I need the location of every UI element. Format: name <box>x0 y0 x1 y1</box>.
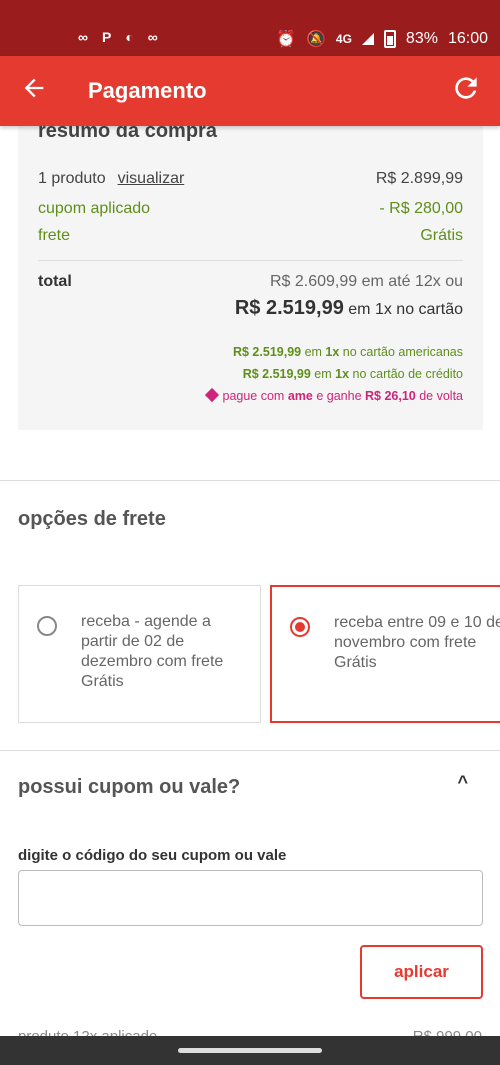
app-bar: Pagamento <box>0 56 500 126</box>
radio-selected[interactable] <box>290 617 310 637</box>
voicemail-icon: ∞ <box>147 29 158 45</box>
ame-amount: R$ 26,10 <box>365 389 416 403</box>
total-one-payment: R$ 2.519,99 em 1x no cartão <box>235 297 463 320</box>
system-icons: ⏰ 🔕 4G 83% 16:00 <box>276 29 488 49</box>
total-label: total <box>38 273 72 290</box>
radio-unselected[interactable] <box>37 616 57 636</box>
product-count: 1 produto <box>38 170 106 187</box>
shipping-label: frete <box>38 227 71 244</box>
back-arrow-icon[interactable] <box>20 74 50 104</box>
diamond-icon <box>204 387 219 403</box>
notification-icons: ∞ P ◐ ∞ <box>78 29 158 45</box>
mute-icon: 🔕 <box>305 31 326 48</box>
chevron-up-icon[interactable]: ^ <box>457 772 468 793</box>
offer-americanas: R$ 2.519,99 em 1x no cartão americanas <box>233 345 463 359</box>
coupon-label: cupom aplicado <box>38 200 151 217</box>
offer2-end: no cartão de crédito <box>349 367 464 381</box>
refresh-icon[interactable] <box>450 72 482 109</box>
ame-mid: e ganhe <box>312 389 365 403</box>
clock: 16:00 <box>447 30 488 47</box>
ame-cashback: pague com ame e ganhe R$ 26,10 de volta <box>204 387 463 403</box>
ame-end: de volta <box>415 389 463 403</box>
shipping-option-label: receba entre 09 e 10 de novembro com fre… <box>334 614 500 671</box>
coupon-input[interactable] <box>18 870 483 926</box>
shipping-option-standard[interactable]: receba entre 09 e 10 de novembro com fre… <box>270 585 500 723</box>
apply-coupon-button[interactable]: aplicar <box>360 945 483 999</box>
total-big: R$ 2.519,99 <box>234 297 344 319</box>
p-icon: P <box>101 29 112 45</box>
offer1-amount: R$ 2.519,99 <box>232 345 302 359</box>
offer2-amount: R$ 2.519,99 <box>242 367 311 381</box>
home-handle[interactable] <box>178 1048 322 1053</box>
total-big-suffix: em 1x no cartão <box>343 301 463 318</box>
shipping-value: Grátis <box>420 227 463 244</box>
coupon-field-label: digite o código do seu cupom ou vale <box>18 847 287 864</box>
view-products-link[interactable]: visualizar <box>118 170 185 187</box>
offer2-bold: 1x <box>335 367 350 381</box>
page-title: Pagamento <box>88 78 207 103</box>
battery-percent: 83% <box>405 30 438 47</box>
section-divider <box>0 750 500 751</box>
shipping-option-label: receba - agende a partir de 02 de dezemb… <box>81 613 224 690</box>
total-installments: R$ 2.609,99 em até 12x ou <box>269 273 463 290</box>
system-nav-bar <box>0 1036 500 1065</box>
offer2-mid: em <box>310 367 336 381</box>
signal-icon <box>361 33 374 45</box>
ame-pre: pague com <box>222 389 288 403</box>
shipping-option-scheduled[interactable]: receba - agende a partir de 02 de dezemb… <box>18 585 261 723</box>
order-summary: resumo da compra 1 produto visualizar R$ … <box>18 110 483 430</box>
shipping-options-title: opções de frete <box>18 508 166 530</box>
divider <box>38 260 463 261</box>
offer1-bold: 1x <box>325 345 340 359</box>
offer1-end: no cartão americanas <box>339 345 463 359</box>
coupon-value: - R$ 280,00 <box>379 200 463 217</box>
product-price: R$ 2.899,99 <box>375 170 463 187</box>
status-bar: ∞ P ◐ ∞ ⏰ 🔕 4G 83% 16:00 <box>0 0 500 56</box>
incognito-icon: ◐ <box>125 29 134 45</box>
ame-brand: ame <box>287 389 313 403</box>
coupon-section-title: possui cupom ou vale? <box>18 776 241 798</box>
section-divider <box>0 480 500 481</box>
offer-credit-card: R$ 2.519,99 em 1x no cartão de crédito <box>243 367 463 381</box>
offer1-mid: em <box>301 345 326 359</box>
signal-app-icon: ∞ <box>78 29 88 45</box>
alarm-icon: ⏰ <box>276 31 296 48</box>
network-type: 4G <box>335 32 352 46</box>
battery-icon <box>383 30 396 48</box>
